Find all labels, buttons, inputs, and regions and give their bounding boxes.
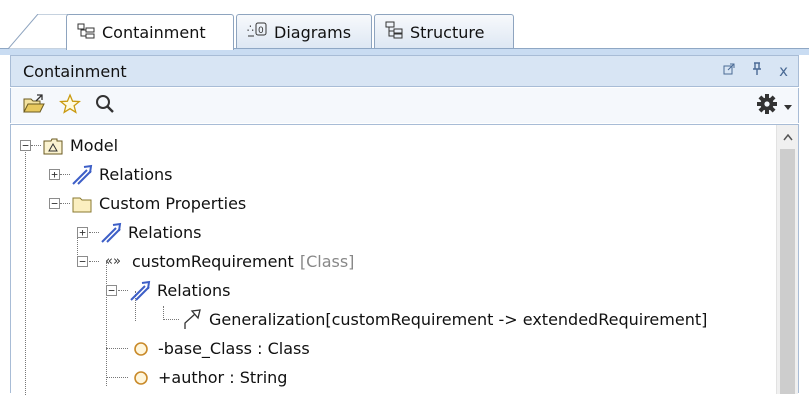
tree-node-type: [Class] <box>299 252 355 271</box>
tree-guide-line <box>163 306 164 318</box>
tree-node-label: Custom Properties <box>99 194 247 213</box>
open-folder-icon[interactable] <box>23 93 45 118</box>
tree-node-label: Relations <box>128 223 202 242</box>
tab-label: Diagrams <box>274 22 352 42</box>
undock-icon[interactable] <box>723 63 735 79</box>
relations-icon <box>71 164 93 186</box>
collapse-toggle[interactable]: − <box>20 140 31 151</box>
tree-guide-line <box>89 232 99 233</box>
tree-node-label: Relations <box>99 165 173 184</box>
tree-guide-line <box>163 319 179 320</box>
tree-node-label: Generalization[customRequirement -> exte… <box>209 310 708 329</box>
tree-node-base-class[interactable]: -base_Class : Class <box>130 334 310 363</box>
property-icon <box>130 338 152 360</box>
tab-structure[interactable]: Structure <box>374 14 514 49</box>
tree-node-type: : String <box>224 368 288 387</box>
collapse-toggle[interactable]: − <box>106 285 117 296</box>
generalization-icon <box>181 308 203 331</box>
tree-node-author[interactable]: +author : String <box>130 363 287 392</box>
tab-label: Structure <box>410 22 485 42</box>
search-icon[interactable] <box>95 94 115 118</box>
property-icon <box>130 367 152 389</box>
favorite-star-icon[interactable] <box>58 92 82 119</box>
expand-toggle[interactable]: + <box>77 227 88 238</box>
stereotype-icon: «» <box>105 254 121 269</box>
tree-guide-line <box>60 203 70 204</box>
tab-strip-slant <box>8 14 68 49</box>
tab-containment[interactable]: Containment <box>66 14 234 50</box>
containment-tree: − + − + − − Model Relations Custom Prope… <box>10 124 799 395</box>
tree-node-type: : Class <box>252 339 310 358</box>
tree-guide-line <box>60 174 70 175</box>
svg-text:∴: ∴ <box>247 22 254 35</box>
scrollbar-thumb[interactable] <box>780 149 795 394</box>
panel-header: Containment x <box>10 55 799 87</box>
collapse-toggle[interactable]: − <box>77 256 88 267</box>
tree-node-relations[interactable]: Relations <box>71 160 172 189</box>
tree-guide-line <box>31 145 41 146</box>
tree-guide-line <box>106 262 107 386</box>
tree-toolbar <box>10 88 799 123</box>
tree-node-label: Model <box>70 136 119 155</box>
relations-icon <box>129 280 151 302</box>
tree-guide-line <box>106 377 128 378</box>
tree-node-model[interactable]: Model <box>42 131 118 160</box>
tree-node-label: -base_Class <box>158 339 253 358</box>
gear-icon[interactable] <box>756 93 778 119</box>
expand-toggle[interactable]: + <box>49 169 60 180</box>
tree-guide-line <box>106 348 128 349</box>
pin-icon[interactable] <box>751 62 763 80</box>
scroll-up-arrow-icon[interactable] <box>777 129 799 145</box>
model-package-icon <box>42 135 64 157</box>
tree-node-custom-requirement[interactable]: «» customRequirement [Class] <box>100 247 354 276</box>
panel-title: Containment <box>23 61 127 81</box>
diagrams-icon: ∴ 0 <box>247 21 267 43</box>
tree-node-relations[interactable]: Relations <box>100 218 201 247</box>
tree-guide-line <box>118 290 128 291</box>
tree-guide-line <box>25 145 26 395</box>
structure-icon <box>385 21 403 43</box>
folder-icon <box>71 193 93 215</box>
view-tab-strip: Containment ∴ 0 Diagrams Structure <box>0 0 809 55</box>
tree-node-relations[interactable]: Relations <box>129 276 230 305</box>
close-icon[interactable]: x <box>779 62 788 80</box>
tree-node-generalization[interactable]: Generalization[customRequirement -> exte… <box>181 305 707 334</box>
tree-node-custom-properties[interactable]: Custom Properties <box>71 189 246 218</box>
vertical-scrollbar[interactable] <box>776 125 798 394</box>
tree-node-label: customRequirement <box>132 252 294 271</box>
collapse-toggle[interactable]: − <box>49 198 60 209</box>
panel-controls: x <box>723 62 788 80</box>
tab-label: Containment <box>102 23 206 42</box>
tree-guide-line <box>89 261 99 262</box>
dropdown-arrow-icon[interactable] <box>784 96 792 115</box>
containment-tree-icon <box>77 22 95 44</box>
relations-icon <box>100 222 122 244</box>
tree-node-label: Relations <box>157 281 231 300</box>
tree-node-label: +author <box>158 368 225 387</box>
tab-diagrams[interactable]: ∴ 0 Diagrams <box>236 14 372 49</box>
svg-text:0: 0 <box>258 26 264 36</box>
